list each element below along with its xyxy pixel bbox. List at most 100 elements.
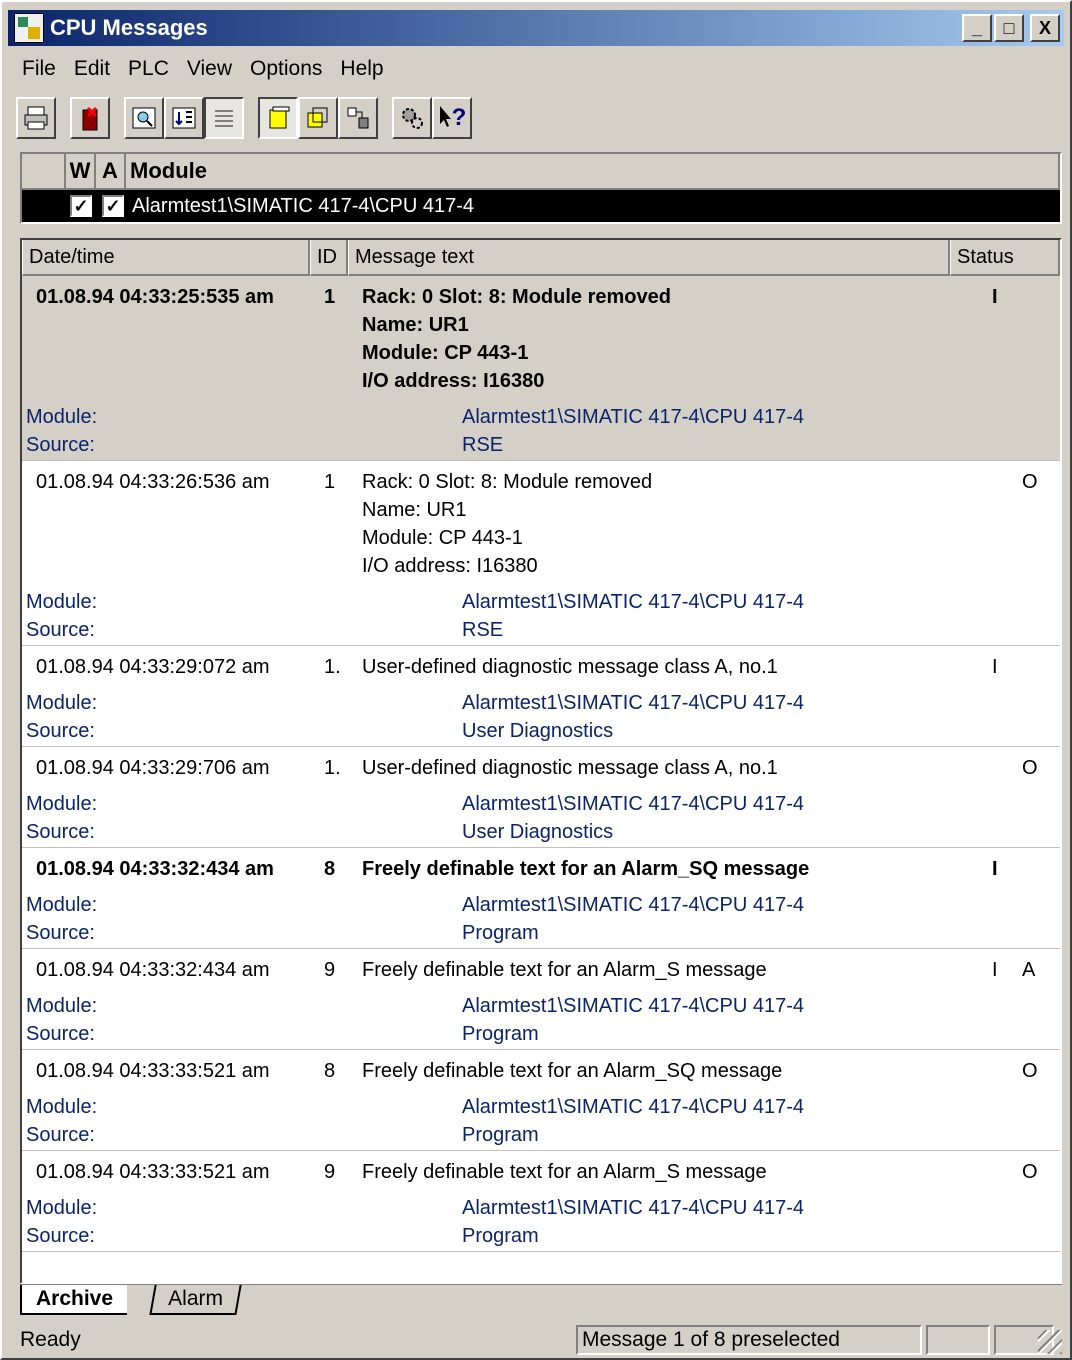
- message-module: Alarmtest1\SIMATIC 417-4\CPU 417-4: [462, 406, 804, 428]
- message-extra-line: Name: UR1: [362, 499, 467, 521]
- message-id: 1: [324, 286, 336, 308]
- delete-button[interactable]: [70, 97, 110, 139]
- settings-button[interactable]: [392, 97, 432, 139]
- message-row[interactable]: 01.08.94 04:33:29:706 am 1. User-defined d…: [22, 747, 1060, 848]
- stack-button[interactable]: [298, 97, 338, 139]
- message-row[interactable]: 01.08.94 04:33:33:521 am 9 Freely definabl…: [22, 1151, 1060, 1252]
- status-ready: Ready: [20, 1328, 81, 1351]
- message-id: 1.: [324, 656, 341, 678]
- message-datetime: 01.08.94 04:33:32:434 am: [36, 959, 270, 981]
- menu-options[interactable]: Options: [244, 55, 328, 83]
- message-module: Alarmtest1\SIMATIC 417-4\CPU 417-4: [462, 894, 804, 916]
- message-status-outgoing: O: [1022, 1060, 1038, 1082]
- message-status-outgoing: O: [1022, 471, 1038, 493]
- window-title: CPU Messages: [50, 15, 208, 40]
- tab-alarm-label: Alarm: [168, 1287, 224, 1310]
- col-id[interactable]: ID: [310, 240, 348, 276]
- message-module: Alarmtest1\SIMATIC 417-4\CPU 417-4: [462, 591, 804, 613]
- module-row[interactable]: ✓ ✓ Alarmtest1\SIMATIC 417-4\CPU 417-4: [22, 190, 1060, 222]
- resize-grip[interactable]: [1038, 1330, 1062, 1354]
- message-source: RSE: [462, 619, 504, 641]
- message-list[interactable]: Date/time ID Message text Status 01.08.9…: [20, 238, 1062, 1284]
- menu-view[interactable]: View: [181, 55, 238, 83]
- module-table-header: W A Module: [22, 154, 1060, 190]
- message-source: Program: [462, 1023, 539, 1045]
- message-extra-line: Module: CP 443-1: [362, 527, 523, 549]
- col-datetime[interactable]: Date/time: [22, 240, 310, 276]
- help-pointer-button[interactable]: ?: [432, 97, 472, 139]
- title-buttons: _ □ X: [962, 14, 1060, 42]
- source-label: Source:: [26, 922, 95, 944]
- col-message-text[interactable]: Message text: [348, 240, 950, 276]
- header-a[interactable]: A: [96, 154, 126, 190]
- menu-help[interactable]: Help: [334, 55, 389, 83]
- message-rows: 01.08.94 04:33:25:535 am 1 Rack: 0 Slot: 8…: [22, 276, 1060, 1252]
- module-label: Module:: [26, 1197, 98, 1219]
- message-datetime: 01.08.94 04:33:33:521 am: [36, 1060, 270, 1082]
- menu-plc[interactable]: PLC: [122, 55, 175, 83]
- source-label: Source:: [26, 1023, 95, 1045]
- diagnostic-icon: [347, 107, 369, 129]
- message-row[interactable]: 01.08.94 04:33:32:434 am 8 Freely definabl…: [22, 848, 1060, 949]
- window-button[interactable]: [258, 97, 298, 139]
- header-w[interactable]: W: [66, 154, 96, 190]
- message-status-incoming: I: [992, 286, 998, 308]
- message-text: User-defined diagnostic message class A,…: [362, 757, 778, 779]
- module-label: Module:: [26, 406, 98, 428]
- menu-edit[interactable]: Edit: [68, 55, 116, 83]
- tab-archive[interactable]: Archive: [20, 1285, 128, 1315]
- diagnostic-button[interactable]: [338, 97, 378, 139]
- title-bar[interactable]: CPU Messages _ □ X: [8, 10, 1064, 46]
- message-id: 1.: [324, 757, 341, 779]
- list-button[interactable]: [204, 97, 244, 139]
- message-row[interactable]: 01.08.94 04:33:29:072 am 1. User-defined d…: [22, 646, 1060, 747]
- message-text: Freely definable text for an Alarm_SQ me…: [362, 1060, 783, 1082]
- sort-icon: [172, 107, 196, 129]
- message-text: Freely definable text for an Alarm_S mes…: [362, 959, 767, 981]
- message-extra-line: I/O address: I16380: [362, 555, 538, 577]
- message-row[interactable]: 01.08.94 04:33:26:536 am 1 Rack: 0 Slot: 8…: [22, 461, 1060, 646]
- message-id: 1: [324, 471, 336, 493]
- source-label: Source:: [26, 1225, 95, 1247]
- message-module: Alarmtest1\SIMATIC 417-4\CPU 417-4: [462, 1096, 804, 1118]
- header-module[interactable]: Module: [126, 154, 1060, 190]
- a-checkbox[interactable]: ✓: [102, 195, 124, 217]
- print-button[interactable]: [16, 97, 56, 139]
- module-label: Module:: [26, 591, 98, 613]
- col-status[interactable]: Status: [950, 240, 1060, 276]
- message-row[interactable]: 01.08.94 04:33:33:521 am 8 Freely definabl…: [22, 1050, 1060, 1151]
- message-id: 9: [324, 1161, 336, 1183]
- message-module: Alarmtest1\SIMATIC 417-4\CPU 417-4: [462, 793, 804, 815]
- close-button[interactable]: X: [1030, 14, 1060, 42]
- view-button[interactable]: [124, 97, 164, 139]
- source-label: Source:: [26, 821, 95, 843]
- tab-alarm[interactable]: Alarm: [149, 1285, 242, 1315]
- stack-icon: [307, 107, 328, 128]
- app-icon: [14, 13, 44, 43]
- source-label: Source:: [26, 434, 95, 456]
- tab-bar: Archive Alarm: [20, 1284, 1062, 1318]
- message-text: Freely definable text for an Alarm_S mes…: [362, 1161, 767, 1183]
- message-id: 8: [324, 1060, 336, 1082]
- message-status-incoming: I: [992, 858, 998, 880]
- message-row[interactable]: 01.08.94 04:33:32:434 am 9 Freely definabl…: [22, 949, 1060, 1050]
- message-list-header: Date/time ID Message text Status: [22, 240, 1060, 276]
- module-label: Module:: [26, 894, 98, 916]
- menu-file[interactable]: File: [16, 55, 62, 83]
- message-id: 8: [324, 858, 336, 880]
- message-extra-line: I/O address: I16380: [362, 370, 545, 392]
- message-datetime: 01.08.94 04:33:25:535 am: [36, 286, 274, 308]
- view-icon: [132, 107, 156, 129]
- w-checkbox[interactable]: ✓: [70, 195, 92, 217]
- message-text: Freely definable text for an Alarm_SQ me…: [362, 858, 810, 880]
- header-blank: [22, 154, 66, 190]
- maximize-button[interactable]: □: [994, 14, 1024, 42]
- minimize-button[interactable]: _: [962, 14, 992, 42]
- message-source: Program: [462, 1225, 539, 1247]
- message-row[interactable]: 01.08.94 04:33:25:535 am 1 Rack: 0 Slot: 8…: [22, 276, 1060, 461]
- menu-bar: File Edit PLC View Options Help: [16, 52, 390, 86]
- sort-button[interactable]: [164, 97, 204, 139]
- status-message-count: Message 1 of 8 preselected: [576, 1325, 922, 1355]
- message-status-outgoing: A: [1022, 959, 1036, 981]
- message-source: Program: [462, 922, 539, 944]
